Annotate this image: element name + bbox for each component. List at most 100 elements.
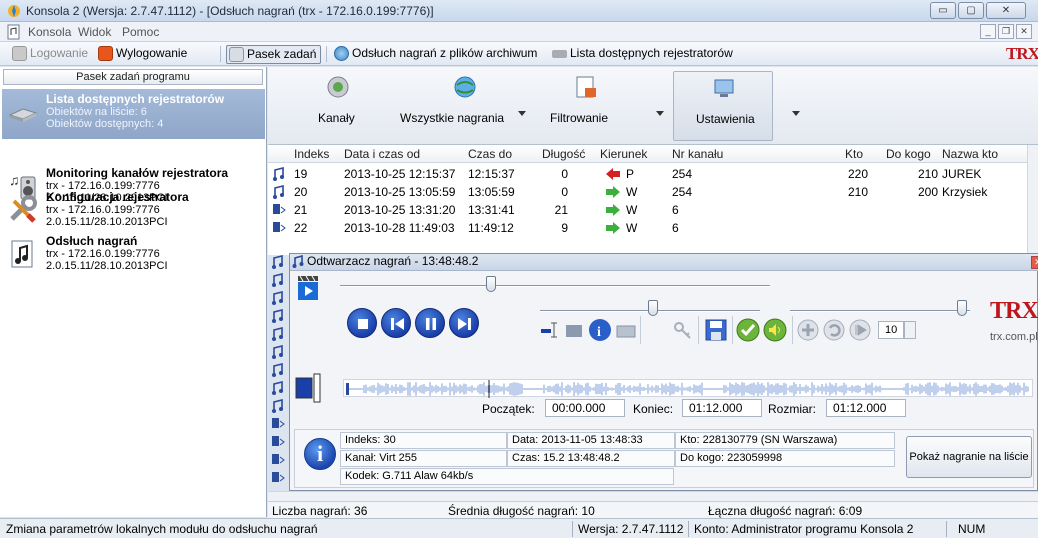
table-row[interactable]: 19 2013-10-25 12:15:37 12:15:37 0 P 254 220 210… [268,165,1038,183]
speed-slider-thumb[interactable] [957,300,967,316]
volume-icon[interactable] [763,318,787,342]
login-button[interactable]: Logowanie [10,45,88,64]
voice-recording-icon [273,167,284,181]
outgoing-arrow-icon [606,204,620,216]
channels-label: Kanały [318,111,355,125]
forward-button[interactable] [449,308,479,338]
voice-recording-icon [272,291,283,305]
menu-bar: Konsola Widok Pomoc _ ❐ ✕ [0,22,1038,42]
menu-pomoc[interactable]: Pomoc [122,25,159,39]
mdi-minimize-button[interactable]: _ [980,24,996,39]
add-icon[interactable] [797,319,819,341]
waveform-display[interactable] [343,379,1033,398]
cell-kto: 220 [847,167,868,181]
voice-recording-icon [272,309,283,323]
stop-button[interactable] [347,308,377,338]
status-num: NUM [958,522,986,536]
voice-recording-icon [272,363,283,377]
settings-computer-icon [714,79,734,97]
col-dlugosc[interactable]: Długość [542,147,585,161]
player-title: Odtwarzacz nagrań - 13:48:48.2 [307,254,479,268]
col-do-kogo[interactable]: Do kogo [886,147,931,161]
start-field[interactable]: 00:00.000 [545,399,625,417]
cell-kto: 210 [847,185,868,199]
all-recordings-button[interactable]: Wszystkie nagrania [398,71,528,141]
key-icon[interactable] [673,321,693,341]
position-slider-thumb[interactable] [486,276,496,292]
maximize-button[interactable]: ▢ [958,2,984,19]
task-panel-header: Pasek zadań programu [3,69,263,85]
chevron-down-icon[interactable] [518,111,526,116]
tools-separator [732,316,733,344]
cell-od: 2013-10-25 13:31:20 [344,203,456,217]
table-vertical-scrollbar[interactable] [1027,145,1038,255]
end-field[interactable]: 01:12.000 [682,399,762,417]
archive-playback-button[interactable]: Odsłuch nagrań z plików archiwum [332,45,537,64]
col-kto[interactable]: Kto [845,147,863,161]
info-channel: Kanał: Virt 255 [340,450,507,467]
taskbar-toggle-button[interactable]: Pasek zadań [226,45,322,64]
cell-od: 2013-10-25 12:15:37 [344,167,456,181]
task-item-recorder-list[interactable]: Lista dostępnych rejestratorów Obiektów … [2,89,265,139]
monitor-icon[interactable] [564,321,584,341]
col-kierunek[interactable]: Kierunek [600,147,647,161]
table-row[interactable]: 20 2013-10-25 13:05:59 13:05:59 0 W 254 210 200… [268,183,1038,201]
speed-slider-track[interactable] [790,310,970,312]
settings-button[interactable]: Ustawienia [673,71,773,141]
col-nazwa-kto[interactable]: Nazwa kto [942,147,998,161]
status-bar: Zmiana parametrów lokalnych modułu do od… [0,518,1038,538]
task-panel: Pasek zadań programu Lista dostępnych re… [0,67,267,517]
task-item-recorder-config[interactable]: Konfiguracja rejestratora trx - 172.16.0… [2,187,265,237]
task-item-title: Konfiguracja rejestratora [46,190,189,204]
col-indeks[interactable]: Indeks [294,147,329,161]
keyboard-icon[interactable] [616,321,636,341]
filter-icon [576,76,596,98]
position-slider-track[interactable] [340,285,770,287]
speed-spin-arrows[interactable] [904,321,916,339]
waveform-view-icon[interactable] [294,370,322,406]
menu-widok[interactable]: Widok [78,25,111,39]
waveform-graphic [346,380,1029,398]
recorder-icon [552,50,567,58]
phone-recording-icon [272,454,285,464]
col-data-od[interactable]: Data i czas od [344,147,420,161]
rewind-button[interactable] [381,308,411,338]
info-icon[interactable]: i [588,318,612,342]
close-button[interactable]: ✕ [986,2,1026,19]
save-icon[interactable] [704,318,728,342]
mdi-restore-button[interactable]: ❐ [998,24,1014,39]
tools-separator [640,316,641,344]
cell-dokogo: 200 [917,185,938,199]
show-in-list-button[interactable]: Pokaż nagranie na liście [906,436,1032,478]
player-close-button[interactable]: ✕ [1031,256,1038,269]
settings-label: Ustawienia [696,112,755,126]
table-row[interactable]: 22 2013-10-28 11:49:03 11:49:12 9 W 6 [268,219,1038,237]
accept-check-icon[interactable] [736,318,760,342]
cursor-marker-icon[interactable] [541,320,561,340]
menu-konsola[interactable]: Konsola [28,25,71,39]
repeat-icon[interactable] [823,319,845,341]
table-horizontal-scrollbar[interactable] [268,491,1038,501]
recordings-table: Indeks Data i czas od Czas do Długość Ki… [268,145,1038,255]
step-play-icon[interactable] [849,319,871,341]
mdi-close-button[interactable]: ✕ [1016,24,1032,39]
speed-spin-value[interactable]: 10 [878,321,904,339]
logout-button[interactable]: Wylogowanie [96,45,187,64]
minimize-button[interactable]: ▭ [930,2,956,19]
tools-separator [698,316,699,344]
pause-button[interactable] [415,308,445,338]
filter-button[interactable]: Filtrowanie [546,71,626,141]
col-nr-kanalu[interactable]: Nr kanału [672,147,723,161]
channels-button[interactable]: Kanały [308,71,368,141]
chevron-down-icon[interactable] [792,111,800,116]
recorder-list-button[interactable]: Lista dostępnych rejestratorów [550,45,733,64]
music-note-icon [292,255,304,268]
table-row[interactable]: 21 2013-10-25 13:31:20 13:31:41 21 W 6 [268,201,1038,219]
volume-slider-thumb[interactable] [648,300,658,316]
cell-kanal: 6 [672,221,679,235]
chevron-down-icon[interactable] [656,111,664,116]
task-item-playback[interactable]: Odsłuch nagrań trx - 172.16.0.199:7776 2… [2,231,265,281]
col-czas-do[interactable]: Czas do [468,147,512,161]
incoming-arrow-icon [606,168,620,180]
size-field[interactable]: 01:12.000 [826,399,906,417]
